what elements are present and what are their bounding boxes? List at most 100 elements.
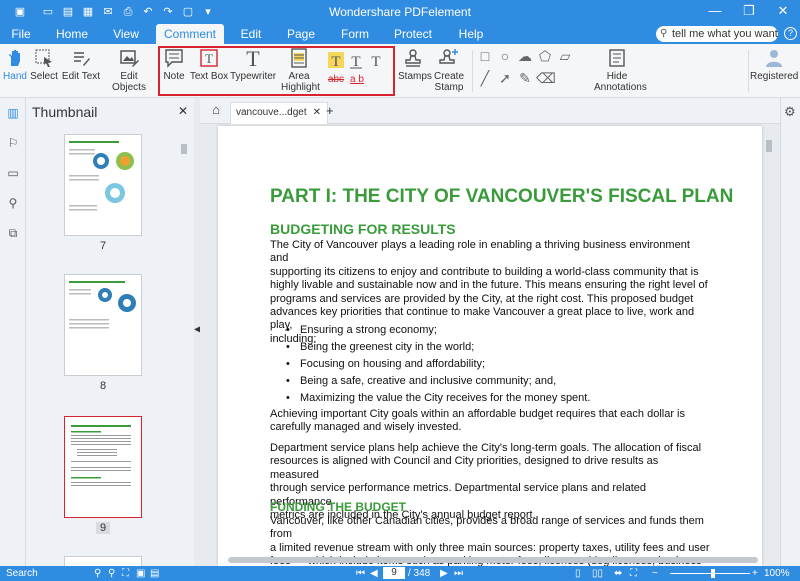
create-stamp-icon xyxy=(439,49,458,64)
thumbnail-title: Thumbnail xyxy=(32,104,98,120)
fullscreen-icon[interactable]: ⛶ xyxy=(630,567,637,580)
search-icon[interactable]: ⚲ xyxy=(5,196,21,212)
hand-icon xyxy=(9,50,20,66)
arrow-icon[interactable]: ➚ xyxy=(496,70,514,87)
bullet-item: Being the greenest city in the world; xyxy=(286,341,474,353)
tab-protect[interactable]: Protect xyxy=(392,24,434,44)
marquee-zoom-icon[interactable]: ⛶ xyxy=(122,567,129,580)
continuous-icon[interactable]: ▤ xyxy=(150,567,159,580)
zoom-level[interactable]: 100% xyxy=(764,567,790,580)
attachment-icon[interactable]: ⧉ xyxy=(5,226,21,242)
stamps-button[interactable]: Stamps xyxy=(398,48,432,82)
thumbnail-page-number: 9 xyxy=(96,522,110,534)
new-tab-icon[interactable]: + xyxy=(326,103,334,118)
text-line: The City of Vancouver plays a leading ro… xyxy=(270,239,690,265)
registered-button[interactable]: Registered xyxy=(750,48,798,82)
comment-icon[interactable]: ▭ xyxy=(5,166,21,182)
edit-objects-button[interactable]: Edit Objects xyxy=(103,48,155,93)
left-panel-icons: ▥ ⚐ ▭ ⚲ ⧉ xyxy=(0,98,26,566)
title-bar: ▣ ▭ ▤ ▦ ✉ ⎙ ↶ ↷ ▢ ▾ Wondershare PDFeleme… xyxy=(0,0,800,24)
text-line: Achieving important City goals within an… xyxy=(270,408,685,420)
tab-home[interactable]: Home xyxy=(54,24,90,44)
last-page-icon[interactable]: ⏭ xyxy=(454,567,463,580)
page-thumbnail[interactable] xyxy=(64,556,142,566)
pencil-icon[interactable]: ✎ xyxy=(516,70,534,87)
line-icon[interactable]: ╱ xyxy=(476,70,494,87)
bookmark-icon[interactable]: ⚐ xyxy=(5,136,21,152)
tell-me-search-input[interactable]: ⚲ tell me what you want to xyxy=(656,26,778,56)
settings-gear-icon[interactable]: ⚙ xyxy=(784,104,796,120)
create-stamp-label-2: Stamp xyxy=(434,82,464,93)
page-thumbnail-selected[interactable] xyxy=(64,416,142,518)
right-panel: ⚙ xyxy=(780,98,800,566)
close-panel-icon[interactable]: ✕ xyxy=(178,104,188,118)
hand-button[interactable]: Hand xyxy=(2,48,28,82)
cloud-icon[interactable]: ☁ xyxy=(516,48,534,65)
document-tab[interactable]: vancouve...dget ✕ xyxy=(230,102,328,124)
thumbnail-scrollbar[interactable] xyxy=(180,134,188,554)
text-line: a limited revenue stream with only three… xyxy=(270,541,710,554)
select-button[interactable]: Select xyxy=(29,48,59,82)
fit-width-icon[interactable]: ⬌ xyxy=(614,567,622,580)
page-thumbnail[interactable] xyxy=(64,274,142,376)
hide-annotations-button[interactable]: Hide Annotations xyxy=(594,48,647,93)
stamps-label: Stamps xyxy=(398,71,432,82)
zoom-slider-handle[interactable] xyxy=(711,569,715,578)
two-page-icon[interactable]: ▯▯ xyxy=(592,567,603,580)
fit-page-icon[interactable]: ▣ xyxy=(136,567,145,580)
zoom-plus-icon[interactable]: + xyxy=(752,567,758,580)
annotation-tools-highlight-box xyxy=(158,46,395,96)
zoom-slider[interactable] xyxy=(670,573,750,574)
section-heading: BUDGETING FOR RESULTS xyxy=(270,221,456,237)
ribbon-toolbar: Hand Select Edit Text Edit Objects Note … xyxy=(0,44,800,98)
eraser-icon[interactable]: ⌫ xyxy=(536,70,556,87)
edit-objects-label: Edit Objects xyxy=(112,71,146,93)
tab-help[interactable]: Help xyxy=(456,24,486,44)
polyline-icon[interactable]: ▱ xyxy=(556,48,574,65)
edit-text-icon xyxy=(74,52,90,66)
tab-edit[interactable]: Edit xyxy=(236,24,266,44)
first-page-icon[interactable]: ⏮ xyxy=(356,567,365,580)
next-page-icon[interactable]: ▶ xyxy=(440,567,448,580)
zoom-in-icon[interactable]: ⚲ xyxy=(108,567,115,580)
close-tab-icon[interactable]: ✕ xyxy=(313,103,321,123)
create-stamp-label-1: Create xyxy=(433,71,464,82)
hand-label: Hand xyxy=(3,71,27,82)
zoom-minus-icon[interactable]: − xyxy=(652,567,658,580)
text-line: highly livable and sustainable now and i… xyxy=(270,279,708,292)
tab-view[interactable]: View xyxy=(108,24,144,44)
tab-file[interactable]: File xyxy=(6,24,36,44)
thumbnail-icon[interactable]: ▥ xyxy=(5,106,21,122)
minimize-icon[interactable]: — xyxy=(698,0,732,24)
thumbnail-preview xyxy=(69,281,136,329)
document-page[interactable]: PART I: THE CITY OF VANCOUVER'S FISCAL P… xyxy=(218,126,762,566)
thumbnail-preview xyxy=(71,425,131,486)
zoom-out-icon[interactable]: ⚲ xyxy=(94,567,101,580)
document-vertical-scrollbar[interactable] xyxy=(764,126,774,556)
page-thumbnail[interactable] xyxy=(64,134,142,236)
thumbnail-page-number: 7 xyxy=(99,240,107,252)
text-line: programs and services are provided by th… xyxy=(270,292,694,305)
polygon-icon[interactable]: ⬠ xyxy=(536,48,554,65)
help-icon[interactable]: ? xyxy=(784,27,797,40)
tab-comment[interactable]: Comment xyxy=(156,24,224,44)
create-stamp-button[interactable]: Create Stamp xyxy=(432,48,466,93)
edit-text-label: Edit Text xyxy=(61,71,101,82)
paragraph-2: Achieving important City goals within an… xyxy=(270,408,710,435)
document-horizontal-scrollbar[interactable] xyxy=(218,556,762,564)
bullet-item: Ensuring a strong economy; xyxy=(286,324,437,336)
status-search-label: Search xyxy=(6,568,38,579)
tab-form[interactable]: Form xyxy=(338,24,372,44)
home-icon[interactable]: ⌂ xyxy=(206,102,226,120)
page-number-input[interactable]: 9 xyxy=(383,567,405,579)
tab-page[interactable]: Page xyxy=(286,24,316,44)
single-page-icon[interactable]: ▯ xyxy=(575,567,581,580)
oval-icon[interactable]: ○ xyxy=(496,48,514,64)
close-icon[interactable]: ✕ xyxy=(766,0,800,24)
edit-text-button[interactable]: Edit Text xyxy=(61,48,101,82)
restore-icon[interactable]: ❐ xyxy=(732,0,766,24)
prev-page-icon[interactable]: ◀ xyxy=(370,567,378,580)
hide-annotations-label-2: Annotations xyxy=(594,82,647,93)
rectangle-icon[interactable]: □ xyxy=(476,48,494,64)
page-heading: PART I: THE CITY OF VANCOUVER'S FISCAL P… xyxy=(270,186,734,207)
